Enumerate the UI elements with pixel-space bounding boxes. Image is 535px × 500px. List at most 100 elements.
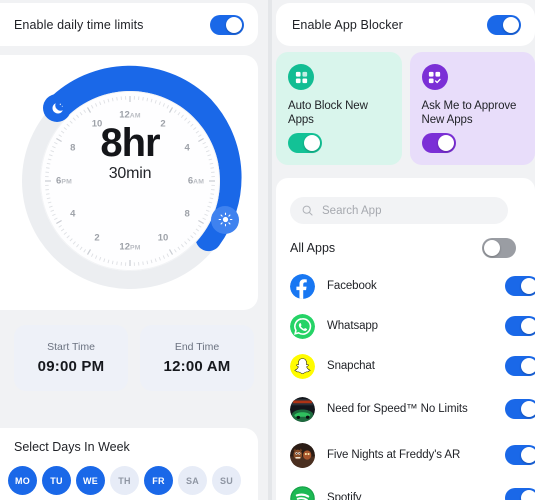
dial-numeral-value: 10 xyxy=(157,232,169,244)
dial-numeral-value: 4 xyxy=(70,208,76,220)
toggle-knob xyxy=(521,447,535,463)
daily-time-limits-panel: Enable daily time limits 12AM 2 4 6AM 8 10 12P… xyxy=(0,0,268,500)
feature-cards: Auto Block New Apps Ask Me to Approve Ne… xyxy=(276,52,535,165)
app-blocker-toggle[interactable] xyxy=(487,14,521,35)
need-for-speed-icon xyxy=(290,396,315,422)
daily-time-limit-toggle[interactable] xyxy=(210,14,244,35)
app-list-item[interactable]: Five Nights at Freddy's AR xyxy=(276,432,535,478)
day-selector: MO TU WE TH FR SA SU xyxy=(8,466,241,495)
day-chip-mo[interactable]: MO xyxy=(8,466,37,495)
clock-dial[interactable]: 12AM 2 4 6AM 8 10 12PM 2 4 6PM 8 10 8hr 30min xyxy=(14,65,246,297)
facebook-icon xyxy=(290,273,315,299)
toggle-knob xyxy=(226,16,242,33)
day-chip-th[interactable]: TH xyxy=(110,466,139,495)
ask-me-to-approve-title: Ask Me to Approve New Apps xyxy=(421,100,517,126)
time-range-clock-card: 12AM 2 4 6AM 8 10 12PM 2 4 6PM 8 10 8hr 30min xyxy=(0,55,258,310)
dial-numeral-value: 10 xyxy=(91,118,103,130)
auto-block-new-apps-card[interactable]: Auto Block New Apps xyxy=(276,52,402,165)
app-block-toggle[interactable] xyxy=(505,488,535,500)
start-time-card[interactable]: Start Time 09:00 PM xyxy=(14,325,128,391)
app-list-card: Search App All Apps Facebook Whatsapp Snap… xyxy=(276,178,535,500)
day-chip-su[interactable]: SU xyxy=(212,466,241,495)
start-time-label: Start Time xyxy=(47,341,95,353)
select-days-card: Select Days In Week MO TU WE TH FR SA SU xyxy=(0,428,258,500)
spotify-icon xyxy=(290,485,315,500)
all-apps-toggle[interactable] xyxy=(482,238,516,258)
toggle-knob xyxy=(521,401,535,417)
dial-numeral-value: 2 xyxy=(94,232,100,244)
end-time-card[interactable]: End Time 12:00 AM xyxy=(140,325,254,391)
dial-numeral-value: 12 xyxy=(119,241,130,253)
dial-numeral: 2 xyxy=(160,118,165,129)
app-block-toggle[interactable] xyxy=(505,356,535,376)
moon-icon[interactable] xyxy=(43,94,72,123)
auto-block-new-apps-title: Auto Block New Apps xyxy=(288,100,368,126)
app-name: Snapchat xyxy=(327,360,375,372)
app-list-item[interactable]: Whatsapp xyxy=(276,306,535,346)
ask-me-to-approve-toggle[interactable] xyxy=(421,133,456,153)
app-list: Facebook Whatsapp Snapchat Need for Speed™ … xyxy=(276,266,535,500)
day-chip-fr[interactable]: FR xyxy=(144,466,173,495)
dial-numeral-value: 4 xyxy=(184,142,190,154)
daily-time-limit-label: Enable daily time limits xyxy=(14,17,144,32)
app-screen: Enable daily time limits 12AM 2 4 6AM 8 10 12P… xyxy=(0,0,535,500)
dial-numeral-value: 8 xyxy=(70,142,76,154)
app-list-item[interactable]: Spotify xyxy=(276,478,535,500)
dial-numeral: 4 xyxy=(185,143,190,154)
day-chip-tu[interactable]: TU xyxy=(42,466,71,495)
toggle-knob xyxy=(521,358,535,374)
toggle-knob xyxy=(521,278,535,294)
five-nights-at-freddys-icon xyxy=(290,442,315,468)
app-list-item[interactable]: Facebook xyxy=(276,266,535,306)
dial-numeral-suffix: AM xyxy=(193,178,205,186)
app-blocker-row[interactable]: Enable App Blocker xyxy=(276,3,535,46)
app-name: Spotify xyxy=(327,492,362,500)
app-name: Facebook xyxy=(327,280,377,292)
dial-numeral-suffix: PM xyxy=(129,244,141,252)
dial-numeral-value: 2 xyxy=(160,118,166,130)
dial-numeral: 10 xyxy=(158,233,169,244)
dial-numeral-value: 12 xyxy=(119,109,130,121)
search-app-field[interactable]: Search App xyxy=(290,197,508,224)
end-time-value: 12:00 AM xyxy=(163,358,231,375)
dial-numeral: 6AM xyxy=(188,176,204,187)
app-name: Need for Speed™ No Limits xyxy=(327,403,468,415)
app-list-item[interactable]: Snapchat xyxy=(276,346,535,386)
dial-numeral-suffix: PM xyxy=(61,178,72,186)
dial-numeral: 6PM xyxy=(56,176,72,187)
app-block-toggle[interactable] xyxy=(505,445,535,465)
dial-numeral: 8 xyxy=(185,209,190,220)
toggle-knob xyxy=(484,240,500,256)
dial-numeral: 10 xyxy=(92,118,103,129)
dial-numeral: 12PM xyxy=(119,242,140,253)
all-apps-label: All Apps xyxy=(290,241,336,255)
app-name: Five Nights at Freddy's AR xyxy=(327,449,461,461)
toggle-knob xyxy=(521,490,535,500)
snapchat-icon xyxy=(290,353,315,379)
grid-apps-icon xyxy=(288,64,314,90)
all-apps-row[interactable]: All Apps xyxy=(290,236,516,260)
dial-numeral: 4 xyxy=(70,209,75,220)
select-days-title: Select Days In Week xyxy=(14,440,130,454)
dial-numeral: 8 xyxy=(70,143,75,154)
app-blocker-panel: Enable App Blocker Auto Block New Apps A… xyxy=(272,0,535,500)
dial-numeral: 12AM xyxy=(119,110,141,121)
app-block-toggle[interactable] xyxy=(505,316,535,336)
end-time-label: End Time xyxy=(174,341,220,353)
whatsapp-icon xyxy=(290,313,315,339)
daily-time-limit-row[interactable]: Enable daily time limits xyxy=(0,3,258,46)
sun-icon[interactable] xyxy=(211,205,240,234)
search-input-placeholder[interactable]: Search App xyxy=(322,205,381,217)
toggle-knob xyxy=(437,135,454,151)
app-block-toggle[interactable] xyxy=(505,399,535,419)
day-chip-sa[interactable]: SA xyxy=(178,466,207,495)
app-list-item[interactable]: Need for Speed™ No Limits xyxy=(276,386,535,432)
search-icon xyxy=(302,205,313,216)
auto-block-new-apps-toggle[interactable] xyxy=(288,133,322,153)
time-range-cards: Start Time 09:00 PM End Time 12:00 AM xyxy=(14,325,254,391)
app-block-toggle[interactable] xyxy=(505,276,535,296)
app-blocker-label: Enable App Blocker xyxy=(292,17,403,32)
toggle-knob xyxy=(304,135,320,151)
day-chip-we[interactable]: WE xyxy=(76,466,105,495)
ask-me-to-approve-card[interactable]: Ask Me to Approve New Apps xyxy=(409,52,535,165)
